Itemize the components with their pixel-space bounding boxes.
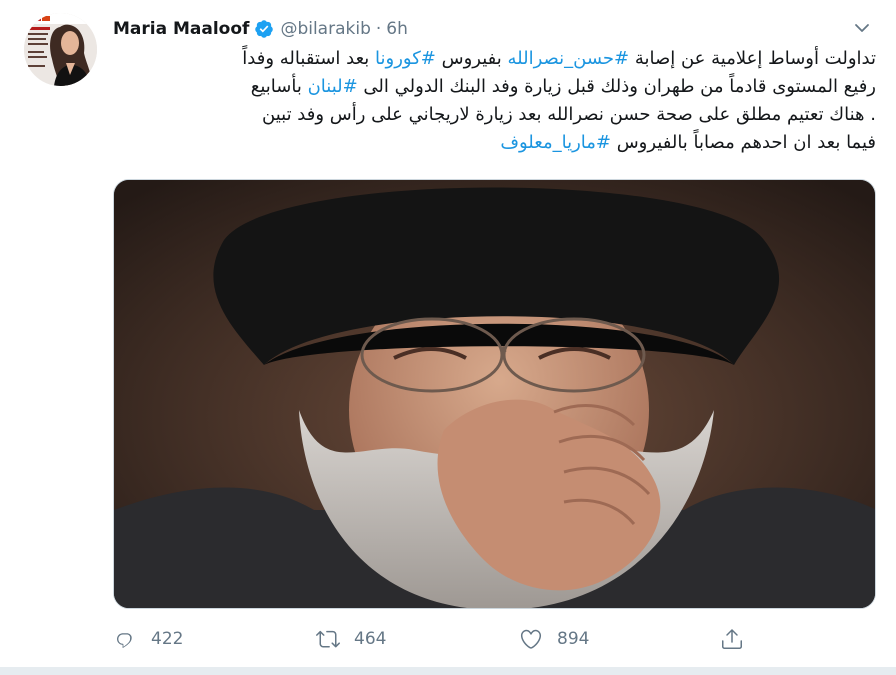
tweet-photo[interactable] — [113, 179, 876, 609]
avatar[interactable] — [24, 13, 97, 86]
hashtag-link[interactable]: #ماريا_معلوف — [500, 132, 611, 153]
hashtag-link[interactable]: #حسن_نصرالله — [507, 48, 629, 69]
chevron-down-icon[interactable] — [850, 16, 874, 40]
reply-icon — [117, 633, 132, 648]
user-handle[interactable]: @bilarakib — [280, 19, 370, 39]
tweet-actions: 422 464 894 — [113, 624, 876, 654]
text-segment: فيما بعد ان احدهم مصاباً بالفيروس — [610, 132, 876, 153]
reply-button[interactable]: 422 — [113, 624, 183, 654]
tweet-text: تداولت أوساط إعلامية عن إصابة #حسن_نصرال… — [113, 45, 876, 157]
retweet-count: 464 — [354, 629, 387, 649]
heart-icon — [520, 629, 542, 649]
verified-badge-icon — [255, 20, 274, 38]
text-segment: تداولت أوساط إعلامية عن إصابة — [629, 48, 876, 69]
photo-image — [114, 180, 875, 608]
text-segment: رفيع المستوى قادماً من طهران وذلك قبل زي… — [357, 76, 876, 97]
share-icon — [722, 629, 742, 649]
like-count: 894 — [557, 629, 590, 649]
share-button[interactable] — [720, 624, 758, 654]
tweet-card[interactable]: Maria Maaloof @bilarakib · 6h تداولت أوس… — [0, 0, 896, 675]
text-segment: بأسابيع — [250, 76, 308, 97]
separator-dot: · — [375, 19, 382, 39]
tweet-text-line-2: رفيع المستوى قادماً من طهران وذلك قبل زي… — [113, 73, 876, 101]
retweet-icon — [316, 630, 340, 648]
timestamp[interactable]: 6h — [386, 19, 408, 39]
hashtag-link[interactable]: #لبنان — [308, 76, 358, 97]
tweet-text-line-3: . هناك تعتيم مطلق على صحة حسن نصرالله بع… — [262, 104, 876, 125]
tweet-text-line-4: فيما بعد ان احدهم مصاباً بالفيروس #ماريا… — [113, 129, 876, 157]
timeline-divider — [0, 667, 896, 675]
text-segment: بعد استقباله وفداً — [242, 48, 376, 69]
display-name[interactable]: Maria Maaloof — [113, 19, 249, 39]
text-segment: بفيروس — [435, 48, 508, 69]
retweet-button[interactable]: 464 — [316, 624, 386, 654]
hashtag-link[interactable]: #كورونا — [375, 48, 436, 69]
avatar-image — [24, 13, 97, 86]
tweet-text-line-1: تداولت أوساط إعلامية عن إصابة #حسن_نصرال… — [113, 45, 876, 73]
like-button[interactable]: 894 — [519, 624, 589, 654]
reply-count: 422 — [151, 629, 184, 649]
tweet-header: Maria Maaloof @bilarakib · 6h — [113, 16, 408, 42]
